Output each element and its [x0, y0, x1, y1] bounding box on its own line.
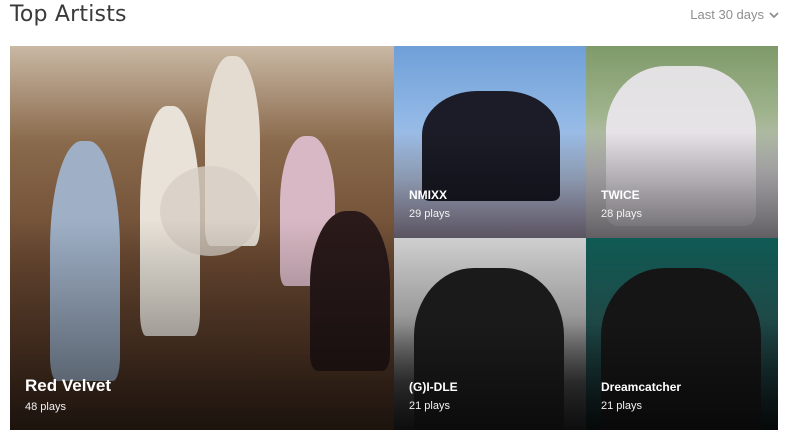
- time-range-label: Last 30 days: [690, 7, 764, 22]
- artist-name: Red Velvet: [25, 376, 111, 395]
- artist-name: NMIXX: [409, 188, 448, 202]
- artist-tile-gidle[interactable]: (G)I-DLE 21 plays: [394, 238, 586, 430]
- artist-name: TWICE: [601, 188, 640, 202]
- page-title: Top Artists: [10, 2, 127, 27]
- header: Top Artists Last 30 days: [10, 0, 780, 34]
- chevron-down-icon: [768, 9, 780, 21]
- artist-plays: 28 plays: [601, 208, 642, 220]
- artist-plays: 21 plays: [601, 400, 642, 412]
- artist-plays: 48 plays: [25, 401, 66, 413]
- artist-tile-nmixx[interactable]: NMIXX 29 plays: [394, 46, 586, 238]
- artist-tile-red-velvet[interactable]: Red Velvet 48 plays: [10, 46, 394, 430]
- artist-name: Dreamcatcher: [601, 380, 682, 394]
- artist-tile-twice[interactable]: TWICE 28 plays: [586, 46, 778, 238]
- artist-plays: 29 plays: [409, 208, 450, 220]
- time-range-dropdown[interactable]: Last 30 days: [690, 7, 780, 22]
- artist-plays: 21 plays: [409, 400, 450, 412]
- artist-name: (G)I-DLE: [409, 380, 458, 394]
- artist-tile-dreamcatcher[interactable]: Dreamcatcher 21 plays: [586, 238, 778, 430]
- artists-grid: Red Velvet 48 plays NMIXX 29 plays TWICE…: [10, 46, 778, 430]
